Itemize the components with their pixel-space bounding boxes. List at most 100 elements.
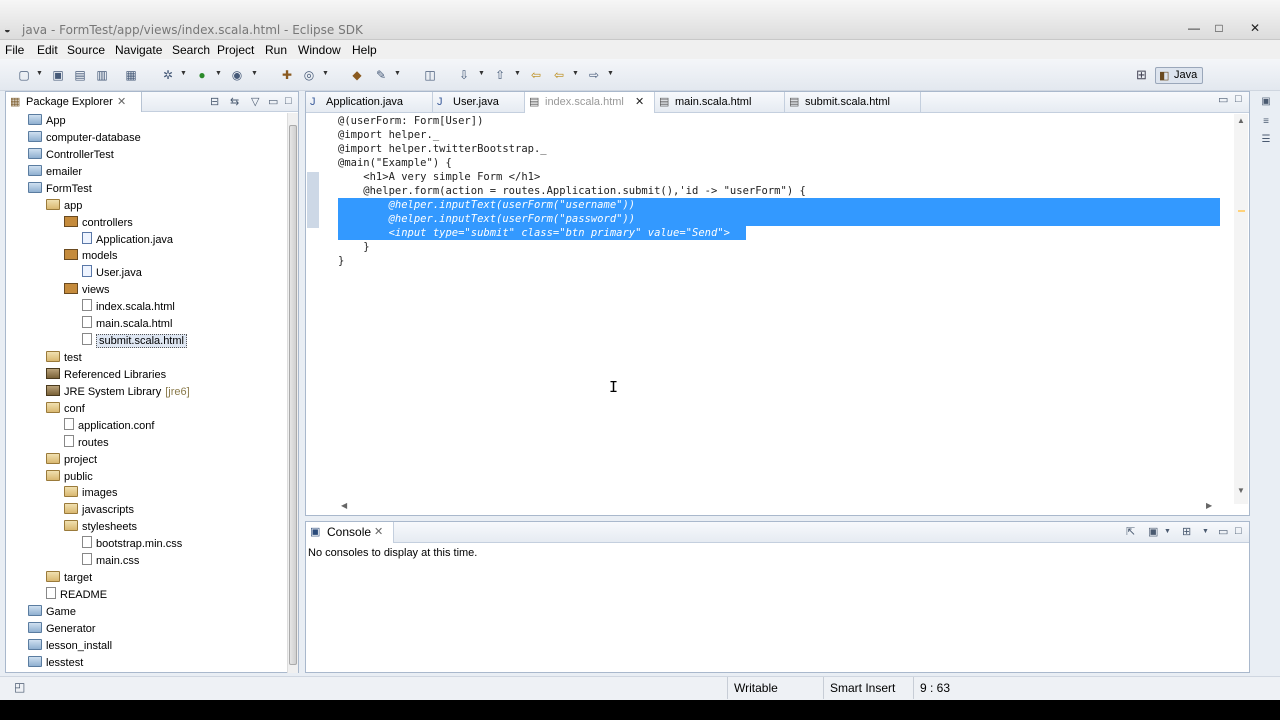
code-line[interactable]: @main("Example") { [338,156,452,170]
tree-item[interactable]: project [46,452,97,469]
previous-annotation-icon[interactable]: ⇧ [493,68,507,82]
back-dropdown-icon[interactable]: ▼ [572,70,579,77]
menu-window[interactable]: Window [298,43,341,57]
last-edit-location-icon[interactable]: ⇦ [529,68,543,82]
code-line[interactable]: @import helper.twitterBootstrap._ [338,142,547,156]
forward-dropdown-icon[interactable]: ▼ [607,70,614,77]
view-menu-icon[interactable]: ▽ [251,95,259,108]
menu-run[interactable]: Run [265,43,287,57]
scroll-right-icon[interactable]: ▶ [1206,501,1212,510]
open-perspective-icon[interactable]: ⊞ [1136,67,1147,83]
menu-search[interactable]: Search [172,43,210,57]
minimize-view-icon[interactable]: ▭ [268,95,278,108]
restore-icon[interactable]: ▣ [1259,95,1273,109]
back-icon[interactable]: ⇦ [552,68,566,82]
maximize-view-icon[interactable]: □ [285,95,292,107]
tree-item[interactable]: index.scala.html [82,299,175,316]
code-line[interactable]: <input type="submit" class="btn primary"… [338,226,730,240]
menu-navigate[interactable]: Navigate [115,43,162,57]
code-line[interactable]: } [338,254,344,268]
tree-item[interactable]: images [64,485,117,502]
code-line[interactable]: @helper.form(action = routes.Application… [338,184,806,198]
code-line[interactable]: @helper.inputText(userForm("password")) [338,212,636,226]
tab-application-java[interactable]: J Application.java [306,92,433,113]
tree-item[interactable]: main.css [82,553,139,570]
close-icon[interactable]: ✕ [374,522,383,543]
new-class-icon[interactable]: ◎ [302,68,316,82]
tree-item[interactable]: bootstrap.min.css [82,536,182,553]
tree-item[interactable]: views [64,282,110,299]
code-area[interactable]: @(userForm: Form[User]) @import helper._ @… [338,114,1220,499]
maximize-view-icon[interactable]: □ [1235,93,1242,105]
link-with-editor-icon[interactable]: ⇆ [230,95,239,108]
tree-item[interactable]: User.java [82,265,142,282]
tree-item[interactable]: FormTest [28,181,92,198]
tree-item[interactable]: test [46,350,82,367]
tree-item[interactable]: Generator [28,621,96,638]
menu-source[interactable]: Source [67,43,105,57]
java-perspective-button[interactable]: ◧ Java [1155,67,1203,84]
tree-item[interactable]: conf [46,401,85,418]
annotation-ruler[interactable] [306,114,320,504]
new-icon[interactable]: ▢ [17,68,31,82]
scroll-down-icon[interactable]: ▼ [1237,486,1245,495]
scrollbar-thumb[interactable] [289,125,297,665]
menu-edit[interactable]: Edit [37,43,58,57]
coverage-icon[interactable]: ◉ [230,68,244,82]
save-icon[interactable]: ▣ [51,68,65,82]
tree-item[interactable]: stylesheets [64,519,137,536]
editor-horizontal-scrollbar[interactable]: ◀ ▶ [338,499,1218,513]
code-editor[interactable]: @(userForm: Form[User]) @import helper._ @… [306,114,1249,516]
package-explorer-scrollbar[interactable] [287,113,298,673]
tab-user-java[interactable]: J User.java [433,92,525,113]
run-icon[interactable]: ● [195,68,209,82]
previous-annotation-dropdown-icon[interactable]: ▼ [514,70,521,77]
tree-item[interactable]: README [46,587,107,604]
tree-item[interactable]: submit.scala.html [82,333,187,350]
task-list-icon[interactable]: ☰ [1259,133,1273,147]
open-type-icon[interactable]: ◆ [350,68,364,82]
close-button[interactable]: ✕ [1238,20,1272,36]
scroll-left-icon[interactable]: ◀ [341,501,347,510]
open-console-icon[interactable]: ⊞ [1182,525,1191,538]
menu-project[interactable]: Project [217,43,254,57]
overview-ruler-marker[interactable] [1238,210,1245,212]
tree-item[interactable]: routes [64,434,109,452]
print-icon[interactable]: ▥ [95,68,109,82]
tree-item[interactable]: public [46,469,93,486]
forward-icon[interactable]: ⇨ [587,68,601,82]
tree-item[interactable]: App [28,113,66,130]
maximize-button[interactable]: □ [1208,20,1230,36]
code-line[interactable]: @helper.inputText(userForm("username")) [338,198,636,212]
open-console-dropdown-icon[interactable]: ▼ [1202,528,1209,535]
editor-vertical-scrollbar[interactable]: ▲ ▼ [1234,114,1248,504]
save-all-icon[interactable]: ▤ [73,68,87,82]
scroll-up-icon[interactable]: ▲ [1237,116,1245,125]
fast-view-icon[interactable]: ◰ [14,680,25,694]
debug-icon[interactable]: ✲ [161,68,175,82]
tab-submit-scala-html[interactable]: ▤ submit.scala.html [785,92,921,113]
tree-item[interactable]: computer-database [28,130,141,147]
search-dropdown-icon[interactable]: ▼ [394,70,401,77]
tree-item[interactable]: JRE System Library [jre6] [46,384,190,401]
pin-console-icon[interactable]: ⇱ [1126,525,1135,538]
tab-main-scala-html[interactable]: ▤ main.scala.html [655,92,785,113]
external-tools-icon[interactable]: ▦ [124,68,138,82]
tree-item[interactable]: application.conf [64,417,154,435]
display-console-icon[interactable]: ▣ [1148,525,1158,538]
tree-item[interactable]: lesstest [28,655,83,672]
tree-item[interactable]: app [46,198,82,215]
tree-item[interactable]: main.scala.html [82,316,172,333]
next-annotation-dropdown-icon[interactable]: ▼ [478,70,485,77]
maximize-view-icon[interactable]: □ [1235,525,1242,537]
close-icon[interactable]: ✕ [117,92,126,112]
package-explorer-tab[interactable]: ▦ Package Explorer ✕ [6,92,142,112]
tree-item[interactable]: ControllerTest [28,147,114,164]
toggle-breadcrumb-icon[interactable]: ◫ [423,68,437,82]
run-dropdown-icon[interactable]: ▼ [215,70,222,77]
tree-item[interactable]: controllers [64,215,133,232]
menu-help[interactable]: Help [352,43,377,57]
coverage-dropdown-icon[interactable]: ▼ [251,70,258,77]
tree-item[interactable]: models [64,248,117,265]
debug-dropdown-icon[interactable]: ▼ [180,70,187,77]
